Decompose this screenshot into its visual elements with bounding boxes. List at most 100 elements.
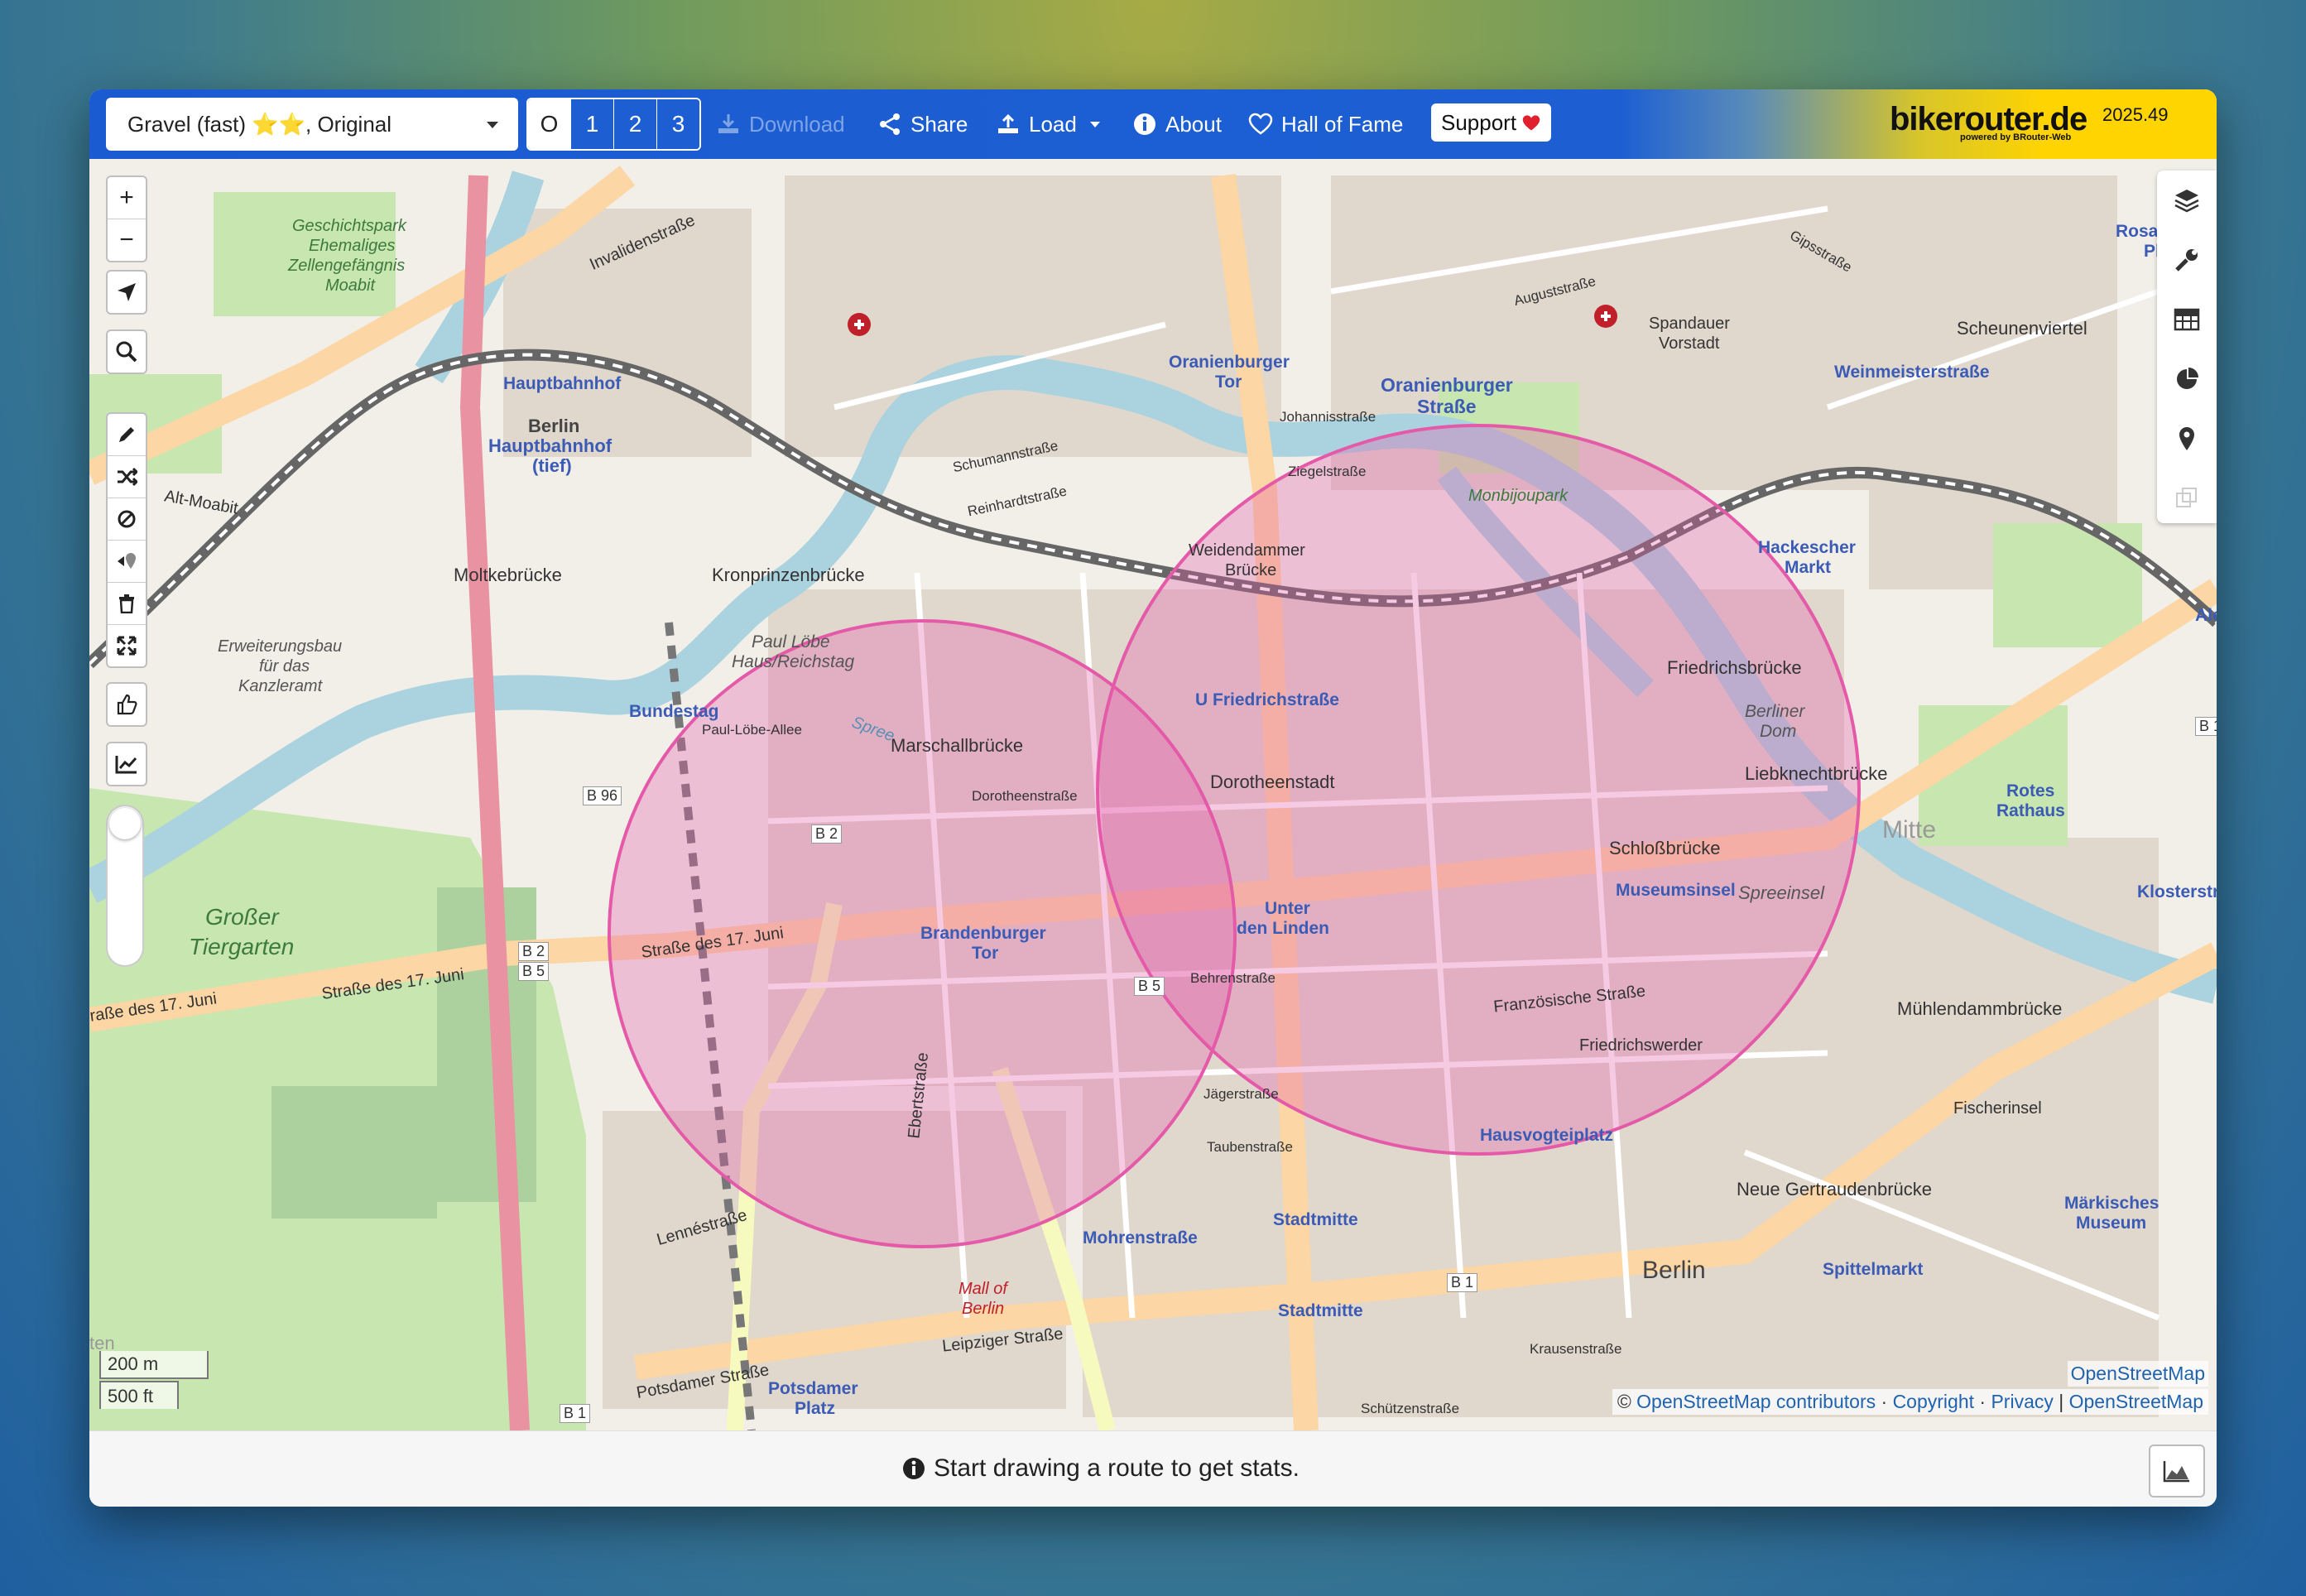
share-button[interactable]: Share (877, 104, 968, 144)
osm-contributors-link[interactable]: OpenStreetMap contributors (1636, 1391, 1876, 1412)
profile-select[interactable]: Gravel (fast) ⭐⭐, Original (106, 98, 518, 151)
settings-button[interactable] (2157, 230, 2217, 290)
opacity-slider[interactable] (106, 805, 144, 967)
map-label: Friedrichsbrücke (1667, 657, 1802, 678)
expand-icon (117, 636, 137, 656)
road-shield: B 5 (518, 962, 550, 981)
attribution-separator: | (2059, 1391, 2064, 1412)
slider-handle[interactable] (109, 808, 141, 839)
map-label: Unter (1265, 899, 1310, 918)
road-shield: B 1 (560, 1404, 591, 1423)
layers-icon (2174, 190, 2199, 213)
map-label: Hauptbahnhof (503, 374, 622, 393)
map-label: Ehemaliges (309, 237, 396, 255)
map-label: Brandenburger (920, 924, 1046, 943)
profile-select-value: Gravel (fast) ⭐⭐, Original (127, 111, 392, 137)
load-button[interactable]: Load (996, 104, 1100, 144)
map-label: Berliner (1745, 702, 1805, 721)
no-go-area-button[interactable] (108, 498, 146, 541)
marker-back-icon (118, 553, 136, 569)
map-label: Hackescher (1758, 538, 1856, 557)
map-label: Oranienburger (1381, 374, 1513, 396)
map-label: Jägerstraße (1203, 1086, 1279, 1102)
locate-button[interactable] (108, 272, 146, 313)
alternative-1-button[interactable]: 1 (570, 99, 613, 149)
map-label: Friedrichswerder (1579, 1036, 1703, 1055)
map-label: Paul Löbe (752, 632, 830, 651)
map-label: Taubenstraße (1207, 1139, 1293, 1155)
map-label: Moltkebrücke (454, 565, 562, 585)
map-label: Dorotheenstraße (972, 788, 1078, 804)
elevation-chart-button[interactable] (108, 743, 146, 785)
alternative-0-button[interactable]: O (528, 99, 570, 149)
copyright-link[interactable]: Copyright (1893, 1391, 1974, 1412)
elevation-toggle-button[interactable] (2149, 1445, 2205, 1497)
map-label: Erweiterungsbau (218, 637, 343, 656)
map-label: Geschichtspark (292, 217, 406, 235)
analysis-button[interactable] (2157, 349, 2217, 409)
map-label: Krausenstraße (1530, 1341, 1622, 1357)
layers-button[interactable] (2157, 171, 2217, 230)
alternative-2-button[interactable]: 2 (613, 99, 656, 149)
map-label: Brücke (1225, 561, 1277, 579)
alternative-3-button[interactable]: 3 (656, 99, 699, 149)
reverse-route-button[interactable] (108, 456, 146, 498)
thumbs-up-button[interactable] (108, 684, 146, 725)
map-label: Fischerinsel (1953, 1099, 2042, 1118)
about-button[interactable]: About (1132, 104, 1222, 144)
map-label: Johannisstraße (1280, 409, 1376, 425)
share-icon (880, 113, 900, 135)
alternatives-group: O 1 2 3 (526, 98, 701, 151)
map-label: Dom (1760, 722, 1797, 741)
map-label: Märkisches (2064, 1194, 2159, 1213)
map-label: Spreeinsel (1738, 882, 1824, 903)
map-label: Museumsinsel (1616, 881, 1736, 900)
map-label: Museum (2076, 1214, 2147, 1233)
zoom-in-button[interactable]: + (108, 177, 146, 219)
delete-last-point-button[interactable] (108, 541, 146, 583)
zoom-control: + − (106, 175, 147, 262)
about-label: About (1165, 111, 1222, 137)
road-shield: B 2 (518, 942, 550, 961)
map-label: Stadtmitte (1278, 1301, 1363, 1320)
hall-of-fame-button[interactable]: Hall of Fame (1248, 104, 1403, 144)
export-button[interactable] (2157, 469, 2217, 528)
zoom-out-button[interactable]: − (108, 219, 146, 261)
map-label: Hausvogteiplatz (1480, 1126, 1614, 1145)
map-label: Mall of (958, 1280, 1007, 1298)
map-label: Ale (2195, 606, 2217, 625)
map-label: Behrenstraße (1190, 970, 1276, 986)
map-label: Rathaus (1996, 801, 2065, 820)
download-button[interactable]: Download (716, 104, 845, 144)
attribution-osm-link[interactable]: OpenStreetMap (2067, 1361, 2208, 1387)
fit-route-button[interactable] (108, 625, 146, 666)
draw-route-button[interactable] (108, 414, 146, 456)
map-label: Berlin (1642, 1257, 1706, 1284)
attribution-separator: · (1979, 1391, 1987, 1412)
map-label: Bundestag (629, 702, 719, 721)
privacy-link[interactable]: Privacy (1991, 1391, 2053, 1412)
itinerary-button[interactable] (2157, 290, 2217, 349)
delete-route-button[interactable] (108, 583, 146, 625)
download-icon (718, 114, 738, 133)
openstreetmap-link[interactable]: OpenStreetMap (2069, 1391, 2203, 1412)
map-label: den Linden (1237, 919, 1329, 938)
map-label: Mohrenstraße (1083, 1228, 1198, 1247)
scale-metric: 200 m (99, 1351, 209, 1379)
map-canvas[interactable]: Geschichtspark Ehemaliges Zellengefängni… (89, 159, 2217, 1430)
support-button[interactable]: Support (1431, 103, 1552, 142)
attribution-bar: © OpenStreetMap contributors · Copyright… (1612, 1389, 2208, 1415)
load-label: Load (1029, 111, 1077, 137)
scale-imperial: 500 ft (99, 1381, 179, 1409)
road-shield: B 1 (1447, 1273, 1478, 1292)
support-label: Support (1441, 109, 1517, 135)
map-label: Dorotheenstadt (1210, 772, 1335, 792)
pois-button[interactable] (2157, 409, 2217, 469)
clone-icon (2176, 488, 2197, 507)
search-icon (116, 341, 137, 363)
search-button[interactable] (108, 331, 146, 373)
map-label: Potsdamer (768, 1379, 858, 1398)
location-arrow-icon (118, 283, 136, 301)
heart-icon (1248, 113, 1273, 135)
stats-message: Start drawing a route to get stats. (902, 1454, 1300, 1483)
